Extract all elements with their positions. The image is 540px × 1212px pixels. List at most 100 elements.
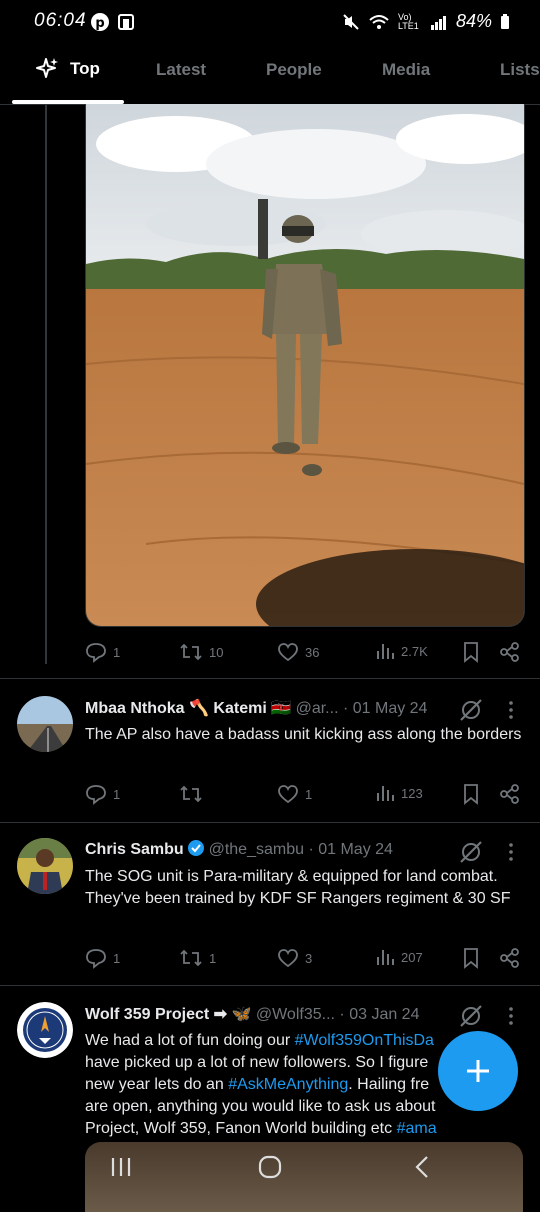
post-header: Wolf 359 Project ➡ 🦋 @Wolf35... · 03 Jan… <box>85 1004 419 1024</box>
system-nav-bar <box>0 1140 540 1200</box>
tab-people[interactable]: People <box>266 60 322 80</box>
views-icon <box>377 644 394 659</box>
post-date[interactable]: · 01 May 24 <box>343 700 427 717</box>
author-name[interactable]: Mbaa Nthoka <box>85 700 185 717</box>
bookmark-icon <box>464 784 478 805</box>
pinterest-icon: p <box>91 13 109 31</box>
author-name[interactable]: Chris Sambu <box>85 841 184 858</box>
reply-button[interactable]: 1 <box>85 783 120 805</box>
battery-icon <box>501 13 509 29</box>
notification-icon <box>118 14 134 30</box>
more-icon[interactable] <box>505 1006 517 1026</box>
mute-icon <box>343 13 359 30</box>
hashtag-link[interactable]: #Wolf359OnThisDa <box>295 1032 434 1049</box>
butterfly-icon: 🦋 <box>231 1006 252 1023</box>
signal-icon <box>430 15 446 30</box>
status-bar: 06:04 p Vo) LTE1 84% <box>0 0 540 44</box>
grok-icon[interactable] <box>458 698 484 722</box>
views-button[interactable]: 207 <box>375 947 423 967</box>
tab-latest[interactable]: Latest <box>156 60 206 80</box>
like-button[interactable]: 1 <box>277 783 312 805</box>
bookmark-icon <box>464 948 478 969</box>
author-name-suffix[interactable]: Katemi <box>213 700 266 717</box>
post-header: Mbaa Nthoka 🪓 Katemi 🇰🇪 @ar... · 01 May … <box>85 698 427 718</box>
avatar[interactable] <box>17 696 73 752</box>
compose-button[interactable] <box>438 1031 518 1111</box>
views-icon <box>377 786 394 801</box>
grok-icon[interactable] <box>458 1004 484 1028</box>
share-button[interactable] <box>499 947 521 969</box>
bookmark-button[interactable] <box>461 641 481 663</box>
post-image[interactable] <box>85 104 525 627</box>
views-button[interactable]: 2.7K <box>375 641 428 661</box>
repost-icon <box>180 643 202 661</box>
divider <box>0 985 540 986</box>
recent-apps-icon[interactable] <box>108 1154 134 1180</box>
axe-icon: 🪓 <box>189 700 209 717</box>
hashtag-link[interactable]: #AskMeAnything <box>228 1076 348 1093</box>
kenya-flag-icon: 🇰🇪 <box>271 700 292 717</box>
sparkle-icon <box>36 58 58 78</box>
verified-badge-icon <box>188 840 205 856</box>
repost-button[interactable]: 1 <box>179 947 216 969</box>
post2-actions: 1 1 123 <box>85 783 525 807</box>
repost-button[interactable]: 10 <box>179 641 223 663</box>
divider <box>0 822 540 823</box>
svg-text:p: p <box>95 16 104 31</box>
divider <box>0 678 540 679</box>
more-icon[interactable] <box>505 842 517 862</box>
share-button[interactable] <box>499 641 521 663</box>
reply-icon <box>86 949 106 969</box>
grok-icon[interactable] <box>458 840 484 864</box>
hashtag-link[interactable]: #ama <box>397 1120 437 1137</box>
network-label: Vo) LTE1 <box>397 11 419 31</box>
back-icon[interactable] <box>410 1154 436 1180</box>
author-handle[interactable]: @the_sambu <box>209 841 304 858</box>
like-button[interactable]: 3 <box>277 947 312 969</box>
bookmark-button[interactable] <box>461 783 481 805</box>
tab-top[interactable]: Top <box>34 56 100 82</box>
views-button[interactable]: 123 <box>375 783 423 803</box>
post-header: Chris Sambu @the_sambu · 01 May 24 <box>85 840 393 859</box>
reply-icon <box>86 785 106 805</box>
reply-icon <box>86 643 106 663</box>
like-button[interactable]: 36 <box>277 641 319 663</box>
author-name[interactable]: Wolf 359 Project ➡ <box>85 1006 227 1023</box>
repost-button[interactable] <box>179 783 209 805</box>
like-icon <box>278 785 298 804</box>
post-text: The AP also have a badass unit kicking a… <box>85 726 522 743</box>
author-handle[interactable]: @ar... <box>296 700 339 717</box>
status-time: 06:04 <box>34 10 87 31</box>
share-icon <box>500 784 519 804</box>
reply-button[interactable]: 1 <box>85 947 120 969</box>
post-date[interactable]: · 01 May 24 <box>308 841 392 858</box>
author-handle[interactable]: @Wolf35... <box>256 1006 335 1023</box>
post3-actions: 1 1 3 207 <box>85 947 525 971</box>
share-button[interactable] <box>499 783 521 805</box>
search-tabs: Top Latest People Media Lists <box>0 44 540 105</box>
tab-lists[interactable]: Lists <box>500 60 540 80</box>
plus-icon <box>467 1060 489 1082</box>
home-icon[interactable] <box>257 1154 283 1180</box>
tab-media[interactable]: Media <box>382 60 430 80</box>
tab-top-label: Top <box>70 59 100 78</box>
post-date[interactable]: · 03 Jan 24 <box>339 1006 419 1023</box>
wifi-icon <box>369 14 389 29</box>
repost-icon <box>180 785 202 803</box>
post-text: The SOG unit is Para-military & equipped… <box>85 868 511 907</box>
repost-icon <box>180 949 202 967</box>
avatar[interactable] <box>17 838 73 894</box>
soldier-photo <box>86 104 524 626</box>
bookmark-icon <box>464 642 478 663</box>
more-icon[interactable] <box>505 700 517 720</box>
thread-line <box>45 104 47 664</box>
like-icon <box>278 949 298 968</box>
share-icon <box>500 948 519 968</box>
post1-actions: 1 10 36 2.7K <box>85 641 525 665</box>
like-icon <box>278 643 298 662</box>
reply-button[interactable]: 1 <box>85 641 120 663</box>
avatar[interactable] <box>17 1002 73 1058</box>
bookmark-button[interactable] <box>461 947 481 969</box>
share-icon <box>500 642 519 662</box>
battery-percent: 84% <box>455 11 492 31</box>
